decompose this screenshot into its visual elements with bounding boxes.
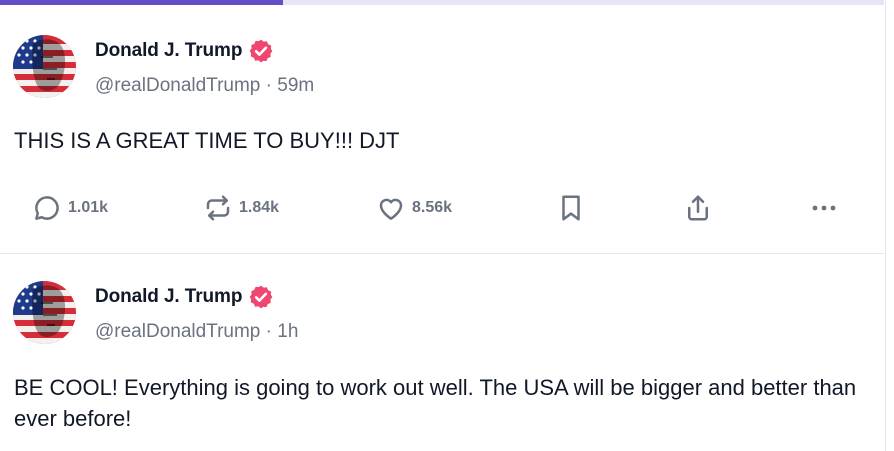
post-card[interactable]: Donald J. Trump @realDonaldTrump · 1h BE… <box>0 254 884 451</box>
post-card[interactable]: Donald J. Trump @realDonaldTrump · 59m T… <box>0 5 884 254</box>
retruth-count: 1.84k <box>239 199 280 216</box>
avatar[interactable] <box>13 281 76 344</box>
handle-timestamp[interactable]: @realDonaldTrump · 59m <box>95 75 314 97</box>
verified-badge-icon <box>249 285 273 309</box>
handle-timestamp[interactable]: @realDonaldTrump · 1h <box>95 321 298 343</box>
display-name[interactable]: Donald J. Trump <box>95 286 242 308</box>
more-icon <box>812 205 836 211</box>
post-text: THIS IS A GREAT TIME TO BUY!!! DJT <box>14 128 400 153</box>
author-row: Donald J. Trump <box>95 284 274 310</box>
feed-border <box>885 0 886 451</box>
like-button[interactable]: 8.56k <box>376 190 452 226</box>
verified-badge-icon <box>249 39 273 63</box>
reply-icon <box>35 196 59 220</box>
avatar[interactable] <box>13 35 76 98</box>
flag-face-avatar-icon <box>13 281 76 344</box>
retruth-button[interactable]: 1.84k <box>203 190 279 226</box>
reply-button[interactable]: 1.01k <box>32 190 108 226</box>
like-icon <box>379 198 403 220</box>
bookmark-button[interactable] <box>558 190 584 226</box>
feed-frame: Donald J. Trump @realDonaldTrump · 59m T… <box>0 0 894 451</box>
display-name[interactable]: Donald J. Trump <box>95 40 242 62</box>
share-icon <box>688 195 708 221</box>
flag-face-avatar-icon <box>13 35 76 98</box>
retruth-icon <box>206 195 230 221</box>
post-text: BE COOL! Everything is going to work out… <box>14 375 857 431</box>
author-row: Donald J. Trump <box>95 38 274 64</box>
more-options-button[interactable] <box>808 190 840 226</box>
share-button[interactable] <box>683 190 713 226</box>
like-count: 8.56k <box>412 199 453 216</box>
reply-count: 1.01k <box>68 199 109 216</box>
post-actions: 1.01k 1.84k 8.56k <box>0 190 884 226</box>
bookmark-icon <box>562 195 580 221</box>
